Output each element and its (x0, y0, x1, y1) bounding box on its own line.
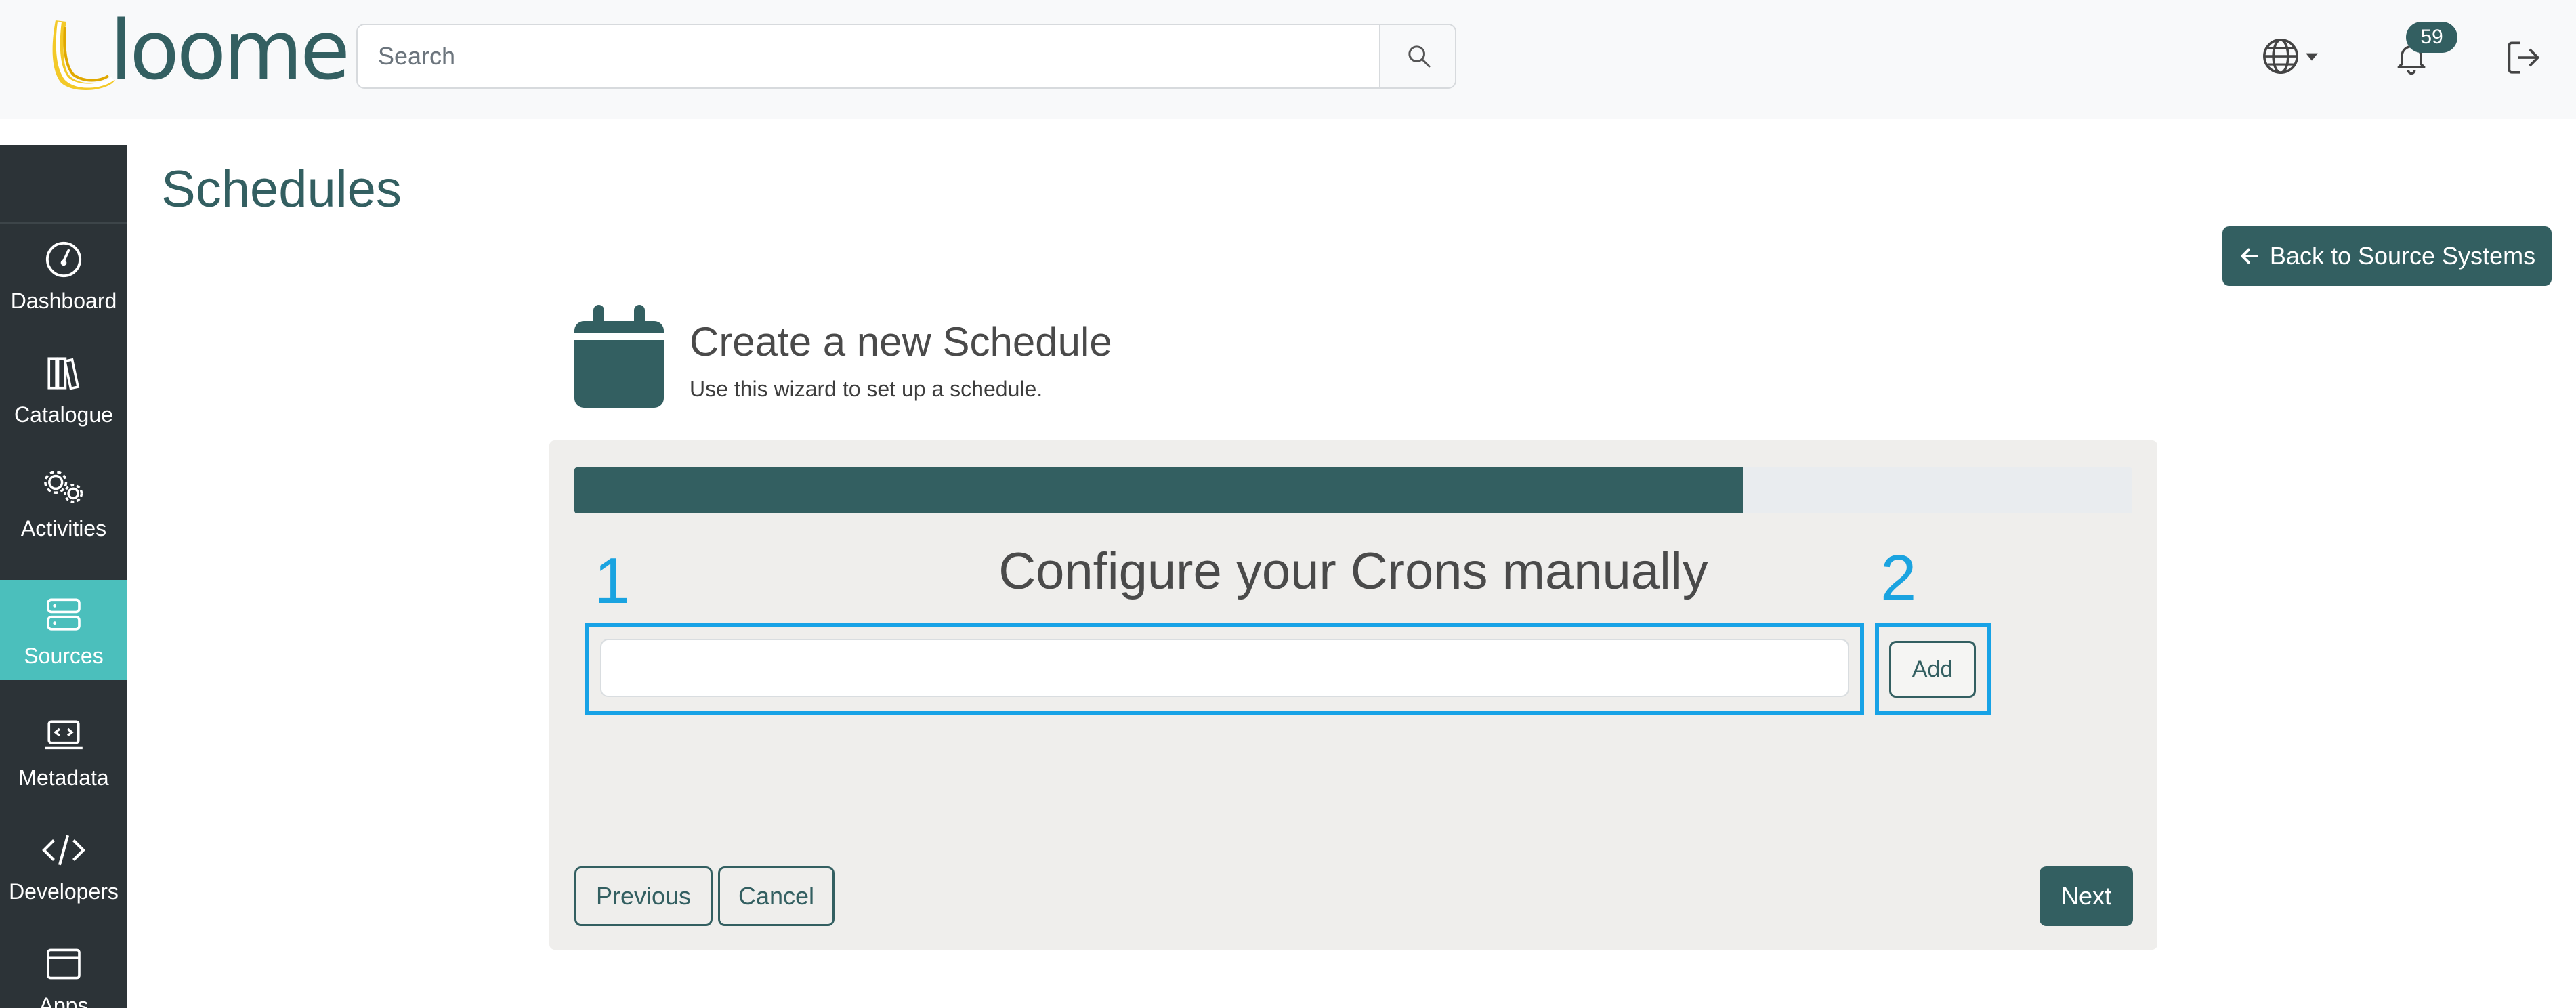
cron-expression-input[interactable] (600, 639, 1849, 697)
window-icon (47, 948, 81, 980)
step-title: Configure your Crons manually (998, 543, 1708, 600)
cancel-button[interactable]: Cancel (718, 866, 835, 926)
add-cron-button[interactable]: Add (1889, 641, 1976, 698)
notification-badge: 59 (2406, 22, 2457, 53)
sidebar-item-label: Catalogue (14, 402, 113, 427)
sidebar-item-label: Developers (9, 879, 119, 904)
globe-icon (2263, 39, 2298, 74)
caret-down-icon (2306, 53, 2318, 61)
previous-button[interactable]: Previous (574, 866, 713, 926)
search-bar (356, 24, 1456, 89)
search-icon (1408, 45, 1431, 68)
wizard-progress-bar (574, 467, 2132, 513)
loome-logo[interactable]: loome (47, 11, 350, 93)
sidebar-item-apps[interactable]: Apps (0, 929, 127, 1008)
sidebar-item-label: Metadata (18, 765, 109, 790)
back-button-label: Back to Source Systems (2269, 242, 2536, 270)
gears-icon (44, 470, 83, 503)
sidebar-item-label: Dashboard (10, 289, 117, 313)
sidebar-item-label: Apps (39, 993, 89, 1008)
arrow-left-icon (2241, 248, 2258, 264)
sidebar-item-dashboard[interactable]: Dashboard (0, 225, 127, 325)
sidebar-item-label: Activities (20, 516, 107, 541)
wizard-panel: 1 2 Configure your Crons manually Add Pr… (549, 440, 2157, 950)
calendar-icon (574, 305, 664, 408)
gauge-icon (45, 241, 82, 278)
sidebar-item-catalogue[interactable]: Catalogue (0, 339, 127, 439)
wizard-subtitle: Use this wizard to set up a schedule. (690, 377, 1043, 401)
server-icon (47, 598, 81, 631)
wizard-progress-fill (574, 467, 1743, 513)
logout-button[interactable] (2499, 34, 2547, 81)
sidebar: Dashboard Catalogue Activities Sources M… (0, 145, 127, 1008)
code-icon (42, 835, 85, 866)
sidebar-item-label: Sources (24, 644, 104, 668)
back-to-source-systems-button[interactable]: Back to Source Systems (2222, 226, 2552, 286)
sidebar-header (0, 145, 127, 224)
language-selector[interactable] (2260, 33, 2321, 80)
wizard-title: Create a new Schedule (690, 319, 1112, 364)
next-button[interactable]: Next (2040, 866, 2133, 926)
books-icon (47, 357, 80, 390)
sidebar-item-activities[interactable]: Activities (0, 453, 127, 553)
sidebar-item-metadata[interactable]: Metadata (0, 702, 127, 802)
laptop-code-icon (45, 720, 83, 750)
page-title: Schedules (161, 161, 402, 218)
sidebar-item-sources[interactable]: Sources (0, 580, 127, 680)
search-input[interactable] (358, 25, 1379, 87)
search-button[interactable] (1379, 25, 1455, 87)
sign-out-icon (2508, 41, 2540, 74)
sidebar-item-developers[interactable]: Developers (0, 816, 127, 916)
logo-wordmark: loome (110, 4, 350, 98)
top-header: loome 59 (0, 0, 2576, 119)
